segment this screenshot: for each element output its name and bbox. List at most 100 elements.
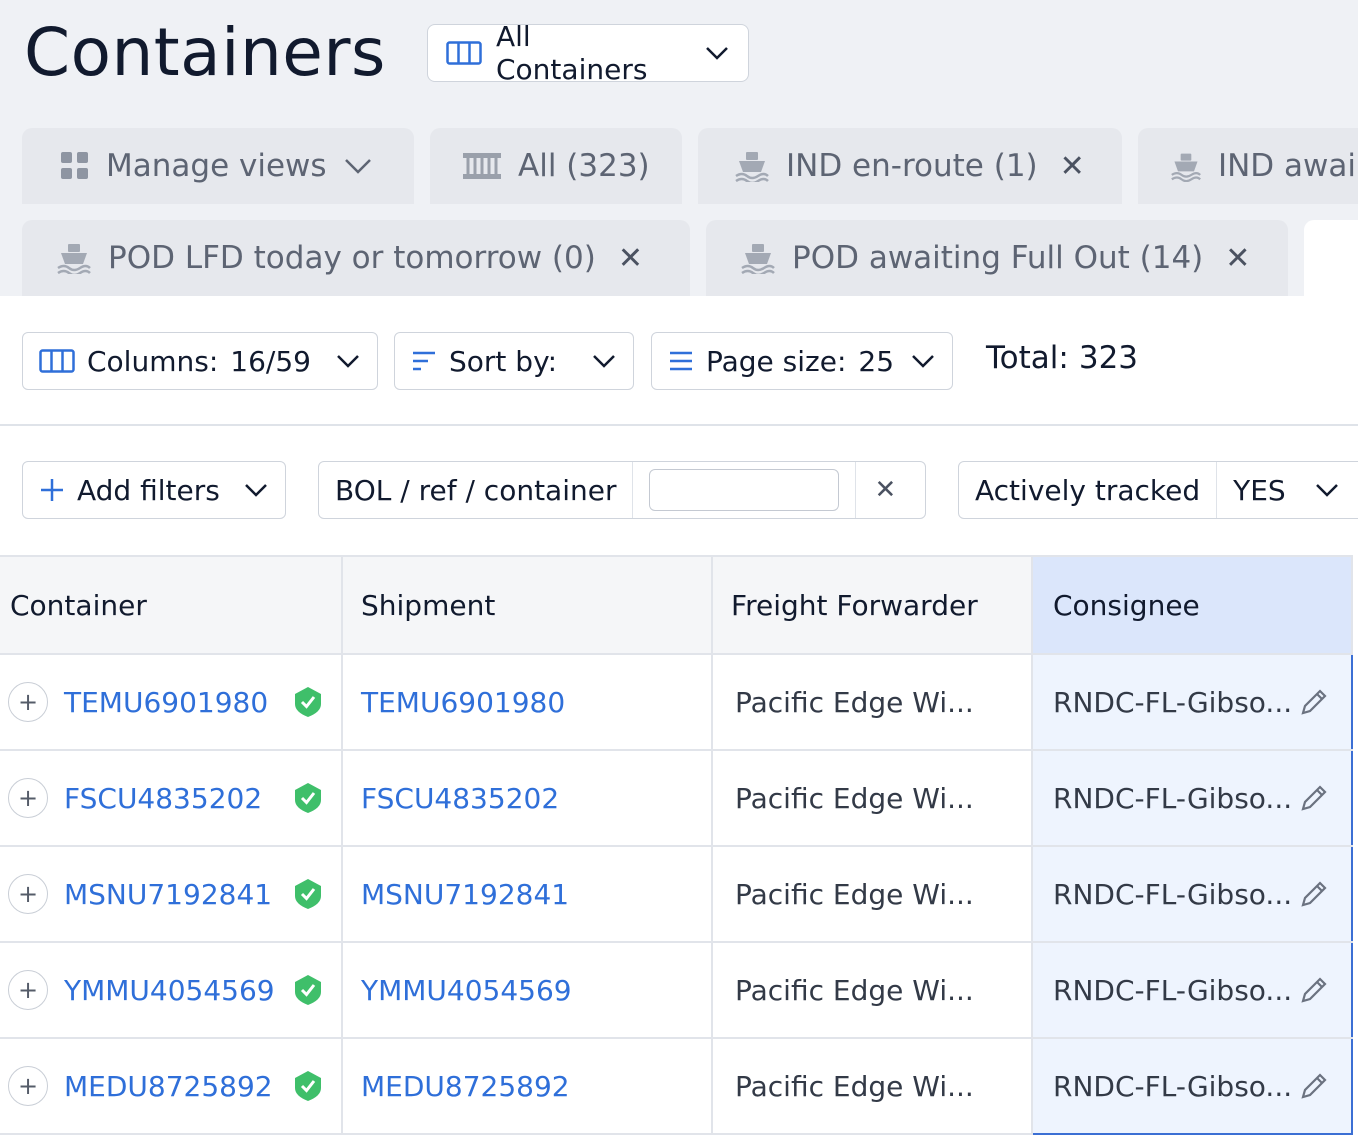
page-size-label: Page size: (706, 344, 847, 378)
plus-icon (41, 479, 63, 501)
shipment-cell: MSNU7192841 (342, 846, 713, 943)
tracked-select[interactable]: YES (1217, 462, 1356, 518)
table-header-row: Container Shipment Freight Forwarder Con… (0, 555, 1353, 655)
tab-pod-awaiting-full-out[interactable]: POD awaiting Full Out (14) ✕ (706, 220, 1288, 296)
expand-row-button[interactable]: + (8, 970, 48, 1010)
forwarder-cell: Pacific Edge Wi... (712, 942, 1033, 1039)
tracked-filter-label: Actively tracked (959, 462, 1218, 518)
forwarder-cell: Pacific Edge Wi... (712, 750, 1033, 847)
page-size-value: 25 (858, 344, 895, 378)
container-icon (463, 153, 501, 179)
shipment-cell: FSCU4835202 (342, 750, 713, 847)
pencil-icon[interactable] (1299, 687, 1329, 717)
view-selector[interactable]: All Containers (427, 20, 749, 86)
container-cell: + MEDU8725892 (0, 1038, 343, 1135)
shipment-link[interactable]: YMMU4054569 (361, 974, 572, 1007)
container-link[interactable]: YMMU4054569 (64, 974, 275, 1007)
chevron-down-icon (912, 355, 934, 368)
consignee-cell[interactable]: RNDC-FL-Gibso... (1031, 750, 1353, 847)
forwarder-value: Pacific Edge Wi... (735, 685, 974, 719)
shipment-cell: MEDU8725892 (342, 1038, 713, 1135)
chevron-down-icon (245, 484, 267, 497)
container-link[interactable]: TEMU6901980 (64, 686, 268, 719)
close-icon[interactable]: ✕ (618, 241, 643, 276)
consignee-cell[interactable]: RNDC-FL-Gibso... (1031, 1038, 1353, 1135)
tab-ind-en-route[interactable]: IND en-route (1) ✕ (698, 128, 1122, 204)
tracked-value: YES (1233, 473, 1286, 507)
column-header-shipment[interactable]: Shipment (342, 555, 713, 655)
chevron-down-icon (706, 47, 728, 60)
pencil-icon[interactable] (1299, 1071, 1329, 1101)
shipment-link[interactable]: MEDU8725892 (361, 1070, 570, 1103)
verified-shield-icon (295, 783, 321, 813)
sort-dropdown[interactable]: Sort by: (394, 332, 634, 390)
tab-all[interactable]: All (323) (430, 128, 682, 204)
column-header-container[interactable]: Container (0, 555, 343, 655)
consignee-value: RNDC-FL-Gibso... (1053, 781, 1293, 815)
forwarder-value: Pacific Edge Wi... (735, 1069, 974, 1103)
sort-label: Sort by: (449, 344, 558, 378)
forwarder-cell: Pacific Edge Wi... (712, 846, 1033, 943)
expand-row-button[interactable]: + (8, 874, 48, 914)
forwarder-cell: Pacific Edge Wi... (712, 654, 1033, 751)
forwarder-value: Pacific Edge Wi... (735, 973, 974, 1007)
total-value: 323 (1078, 340, 1139, 376)
close-icon[interactable]: ✕ (1060, 149, 1085, 184)
table-row: + YMMU4054569 YMMU4054569 Pacific Edge Wi… (0, 942, 1353, 1039)
chevron-down-icon (337, 355, 359, 368)
consignee-cell[interactable]: RNDC-FL-Gibso... (1031, 942, 1353, 1039)
verified-shield-icon (295, 1071, 321, 1101)
expand-row-button[interactable]: + (8, 778, 48, 818)
expand-row-button[interactable]: + (8, 682, 48, 722)
forwarder-value: Pacific Edge Wi... (735, 781, 974, 815)
container-cell: + FSCU4835202 (0, 750, 343, 847)
container-link[interactable]: MEDU8725892 (64, 1070, 273, 1103)
consignee-value: RNDC-FL-Gibso... (1053, 973, 1293, 1007)
verified-shield-icon (295, 687, 321, 717)
shipment-link[interactable]: TEMU6901980 (361, 686, 565, 719)
pencil-icon[interactable] (1299, 879, 1329, 909)
verified-shield-icon (295, 879, 321, 909)
tab-active-partial[interactable] (1304, 220, 1358, 296)
search-filter-label: BOL / ref / container (319, 462, 634, 518)
table-row: + MEDU8725892 MEDU8725892 Pacific Edge Wi… (0, 1038, 1353, 1135)
table-row: + TEMU6901980 TEMU6901980 Pacific Edge Wi… (0, 654, 1353, 751)
divider (0, 424, 1358, 426)
close-icon[interactable]: ✕ (1225, 241, 1250, 276)
page-size-dropdown[interactable]: Page size: 25 (651, 332, 953, 390)
clear-icon[interactable]: ✕ (856, 462, 914, 518)
chevron-down-icon (1315, 484, 1338, 497)
pencil-icon[interactable] (1299, 783, 1329, 813)
add-filters-label: Add filters (77, 473, 220, 507)
tab-label: POD awaiting Full Out (14) (792, 240, 1204, 276)
tab-label: IND awai (1217, 148, 1356, 184)
column-header-consignee[interactable]: Consignee (1032, 555, 1353, 655)
search-filter: BOL / ref / container ✕ (318, 461, 926, 519)
ship-icon (735, 152, 769, 182)
tab-ind-awaiting[interactable]: IND awai (1138, 128, 1358, 204)
table-row: + FSCU4835202 FSCU4835202 Pacific Edge Wi… (0, 750, 1353, 847)
column-header-freight-forwarder[interactable]: Freight Forwarder (712, 555, 1033, 655)
expand-row-button[interactable]: + (8, 1066, 48, 1106)
columns-icon (446, 41, 482, 65)
shipment-link[interactable]: MSNU7192841 (361, 878, 569, 911)
tab-manage-views[interactable]: Manage views (22, 128, 414, 204)
columns-value: 16/59 (230, 344, 311, 378)
add-filters-button[interactable]: Add filters (22, 461, 286, 519)
consignee-cell[interactable]: RNDC-FL-Gibso... (1031, 654, 1353, 751)
search-input[interactable] (649, 469, 840, 511)
columns-dropdown[interactable]: Columns: 16/59 (22, 332, 378, 390)
shipment-link[interactable]: FSCU4835202 (361, 782, 559, 815)
consignee-value: RNDC-FL-Gibso... (1053, 685, 1293, 719)
pencil-icon[interactable] (1299, 975, 1329, 1005)
tab-label: All (323) (518, 148, 650, 184)
container-link[interactable]: MSNU7192841 (64, 878, 272, 911)
consignee-value: RNDC-FL-Gibso... (1053, 877, 1293, 911)
tab-pod-lfd[interactable]: POD LFD today or tomorrow (0) ✕ (22, 220, 690, 296)
tab-label: POD LFD today or tomorrow (0) (108, 240, 596, 276)
total-count: Total: 323 (986, 340, 1138, 376)
container-link[interactable]: FSCU4835202 (64, 782, 262, 815)
ship-icon (741, 244, 775, 274)
verified-shield-icon (295, 975, 321, 1005)
consignee-cell[interactable]: RNDC-FL-Gibso... (1031, 846, 1353, 943)
